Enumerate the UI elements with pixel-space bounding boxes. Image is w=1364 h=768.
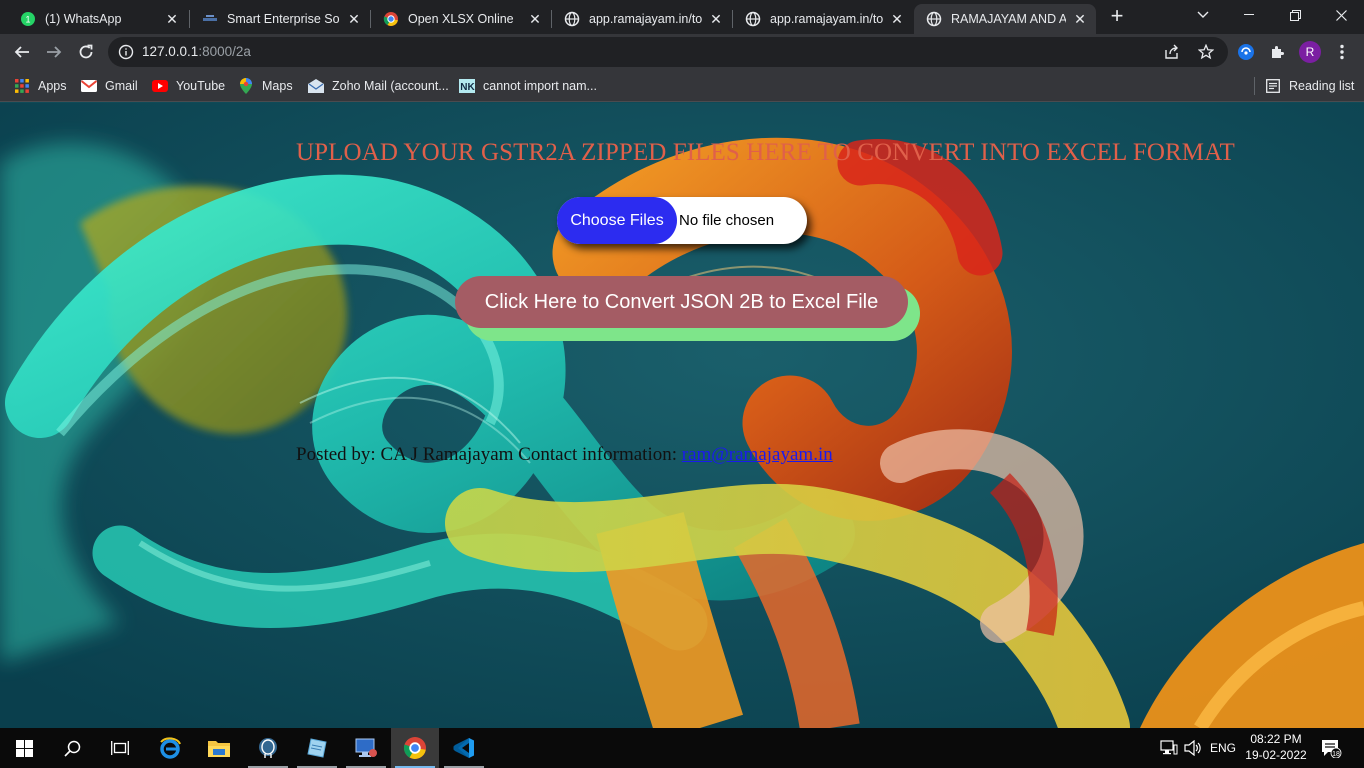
notification-count: 18: [1332, 751, 1340, 758]
bookmark-label: cannot import nam...: [483, 79, 597, 93]
minimize-icon[interactable]: [1226, 0, 1272, 30]
tab-open-xlsx[interactable]: Open XLSX Online ✕: [371, 4, 551, 34]
url-path: :8000/2a: [198, 44, 251, 59]
tab-title: RAMAJAYAM AND AS: [951, 12, 1066, 26]
search-icon[interactable]: [48, 728, 96, 768]
globe-icon: [745, 11, 761, 27]
close-icon[interactable]: ✕: [889, 11, 905, 27]
new-tab-icon[interactable]: +: [1106, 5, 1128, 28]
choose-files-button[interactable]: Choose Files: [557, 197, 677, 244]
close-icon[interactable]: ✕: [527, 11, 543, 27]
internet-explorer-icon[interactable]: [146, 728, 194, 768]
chrome-taskbar-icon[interactable]: [391, 728, 439, 768]
globe-icon: [564, 11, 580, 27]
reading-list-button[interactable]: Reading list: [1265, 77, 1354, 95]
maps-icon: [238, 78, 254, 94]
bookmark-gmail[interactable]: Gmail: [81, 77, 138, 95]
postgresql-icon[interactable]: [244, 728, 292, 768]
browser-toolbar: 127.0.0.1:8000/2a R: [0, 34, 1364, 70]
reload-icon[interactable]: [73, 39, 99, 65]
forward-arrow-icon[interactable]: [41, 39, 67, 65]
bookmarks-divider: [1254, 77, 1255, 95]
youtube-icon: [152, 78, 168, 94]
bookmark-label: Gmail: [105, 79, 138, 93]
menu-kebab-icon[interactable]: [1332, 42, 1352, 62]
system-clock[interactable]: 08:22 PM 19-02-2022: [1240, 731, 1312, 763]
extension-vpn-icon[interactable]: [1236, 42, 1256, 62]
svg-text:NK: NK: [460, 82, 475, 93]
convert-to-excel-button[interactable]: Click Here to Convert JSON 2B to Excel F…: [455, 276, 908, 328]
tab-title: (1) WhatsApp: [45, 12, 122, 26]
bookmarks-bar: Apps Gmail YouTube Maps Zoho Mail (accou…: [0, 70, 1364, 102]
share-icon[interactable]: [1164, 44, 1180, 65]
notepad-app-icon[interactable]: [293, 728, 341, 768]
clock-time: 08:22 PM: [1250, 732, 1302, 746]
volume-icon[interactable]: [1184, 728, 1202, 768]
url-host: 127.0.0.1: [142, 44, 199, 59]
site-info-icon[interactable]: [118, 44, 134, 65]
bookmark-apps[interactable]: Apps: [14, 77, 67, 95]
posted-by-line: Posted by: CA J Ramajayam Contact inform…: [296, 444, 833, 466]
close-icon[interactable]: ✕: [1072, 11, 1088, 27]
bookmark-star-icon[interactable]: [1197, 43, 1215, 65]
bookmark-label: Zoho Mail (account...: [332, 79, 449, 93]
globe-icon: [926, 11, 942, 27]
task-view-icon[interactable]: [96, 728, 144, 768]
tab-search-chevron-icon[interactable]: [1180, 0, 1226, 30]
nk-icon: NK: [459, 78, 475, 94]
network-icon[interactable]: [1160, 728, 1178, 768]
address-bar[interactable]: 127.0.0.1:8000/2a: [108, 37, 1228, 67]
tab-smart-enterprise[interactable]: Smart Enterprise Solut ✕: [190, 4, 370, 34]
bookmark-cannot-import[interactable]: NK cannot import nam...: [459, 77, 597, 95]
windows-taskbar: ENG 08:22 PM 19-02-2022 18: [0, 728, 1364, 768]
close-icon[interactable]: ✕: [346, 11, 362, 27]
windows-start-icon[interactable]: [0, 728, 48, 768]
file-explorer-icon[interactable]: [195, 728, 243, 768]
smart-enterprise-icon: [202, 11, 218, 27]
bookmark-youtube[interactable]: YouTube: [152, 77, 225, 95]
gmail-icon: [81, 78, 97, 94]
tab-title: app.ramajayam.in/tod: [589, 12, 702, 26]
tab-strip: 1 (1) WhatsApp ✕ Smart Enterprise Solut …: [0, 0, 1364, 34]
address-url[interactable]: 127.0.0.1:8000/2a: [142, 44, 251, 59]
zoho-mail-icon: [308, 78, 324, 94]
page-heading: UPLOAD YOUR GSTR2A ZIPPED FILES HERE TO …: [296, 139, 1235, 166]
vscode-icon[interactable]: [440, 728, 488, 768]
close-window-icon[interactable]: [1318, 0, 1364, 30]
restore-icon[interactable]: [1272, 0, 1318, 30]
tab-title: Open XLSX Online: [408, 12, 514, 26]
back-arrow-icon[interactable]: [9, 39, 35, 65]
close-icon[interactable]: ✕: [164, 11, 180, 27]
contact-email-link[interactable]: ram@ramajayam.in: [682, 444, 833, 465]
tab-app-ramajayam-1[interactable]: app.ramajayam.in/tod ✕: [552, 4, 732, 34]
action-center-icon[interactable]: 18: [1320, 728, 1350, 768]
clock-date: 19-02-2022: [1245, 748, 1307, 762]
close-icon[interactable]: ✕: [708, 11, 724, 27]
bookmark-zoho-mail[interactable]: Zoho Mail (account...: [308, 77, 449, 95]
whatsapp-icon: 1: [20, 11, 36, 27]
input-language-indicator[interactable]: ENG: [1210, 728, 1236, 768]
tab-app-ramajayam-2[interactable]: app.ramajayam.in/tod ✕: [733, 4, 913, 34]
bookmark-label: Maps: [262, 79, 293, 93]
tab-title: Smart Enterprise Solut: [227, 12, 340, 26]
profile-avatar[interactable]: R: [1299, 41, 1321, 63]
tab-ramajayam-active[interactable]: RAMAJAYAM AND AS ✕: [914, 4, 1096, 34]
bookmark-maps[interactable]: Maps: [238, 77, 293, 95]
reading-list-label: Reading list: [1289, 79, 1355, 93]
file-upload-input[interactable]: Choose Files No file chosen: [557, 197, 807, 244]
remote-desktop-icon[interactable]: [342, 728, 390, 768]
apps-grid-icon: [14, 78, 30, 94]
reading-list-icon: [1265, 78, 1281, 94]
posted-by-text: Posted by: CA J Ramajayam Contact inform…: [296, 444, 682, 465]
extensions-puzzle-icon[interactable]: [1268, 42, 1288, 62]
tab-title: app.ramajayam.in/tod: [770, 12, 883, 26]
no-file-chosen-text: No file chosen: [679, 212, 775, 229]
page-viewport: UPLOAD YOUR GSTR2A ZIPPED FILES HERE TO …: [0, 103, 1364, 728]
bookmark-label: YouTube: [176, 79, 226, 93]
tab-whatsapp[interactable]: 1 (1) WhatsApp ✕: [8, 4, 188, 34]
svg-text:1: 1: [25, 15, 30, 25]
bookmark-label: Apps: [38, 79, 67, 93]
chrome-icon: [383, 11, 399, 27]
